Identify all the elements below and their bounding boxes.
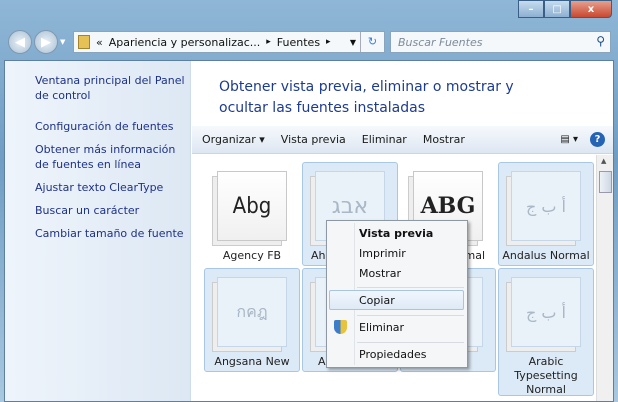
address-dropdown-icon[interactable]: ▼ — [350, 38, 356, 47]
address-bar[interactable]: « Apariencia y personalizac... ▸ Fuentes… — [73, 31, 385, 53]
font-name: Arabic Typesetting Normal — [514, 355, 578, 396]
preview-button[interactable]: Vista previa — [281, 133, 346, 146]
delete-button[interactable]: Eliminar — [362, 133, 407, 146]
menu-highlight — [329, 290, 464, 310]
menu-item-delete[interactable]: Eliminar — [359, 321, 404, 334]
menu-item-print[interactable]: Imprimir — [359, 247, 406, 260]
scroll-up-icon[interactable]: ▲ — [601, 157, 606, 165]
sidebar-link-font-settings[interactable]: Configuración de fuentes — [35, 119, 187, 134]
refresh-icon[interactable]: ↻ — [360, 32, 384, 52]
search-input[interactable]: Buscar Fuentes ⚲ — [390, 31, 611, 53]
sidebar-link-find-character[interactable]: Buscar un carácter — [35, 203, 187, 218]
font-name: Angsana New — [214, 355, 290, 368]
menu-item-properties[interactable]: Propiedades — [359, 348, 426, 361]
scroll-thumb[interactable] — [599, 171, 612, 193]
font-preview: أ ب ج — [511, 171, 581, 241]
breadcrumb-appearance[interactable]: Apariencia y personalizac... — [109, 36, 261, 49]
font-tile[interactable]: أ ب ج Arabic Typesetting Normal — [498, 268, 594, 396]
menu-item-show[interactable]: Mostrar — [359, 267, 401, 280]
help-icon[interactable]: ? — [590, 132, 605, 147]
forward-button[interactable]: ▶ — [34, 30, 58, 54]
close-button[interactable]: x — [570, 0, 612, 18]
font-preview: أ ب ج — [511, 277, 581, 347]
sidebar-link-cleartype[interactable]: Ajustar texto ClearType — [35, 180, 187, 195]
breadcrumb-sep-icon[interactable]: ▸ — [326, 37, 331, 47]
toolbar: Organizar ▾ Vista previa Eliminar Mostra… — [192, 126, 613, 154]
breadcrumb-fonts[interactable]: Fuentes — [277, 36, 320, 49]
fonts-folder-icon — [78, 35, 90, 49]
breadcrumb-sep-icon[interactable]: ▸ — [266, 37, 271, 47]
vertical-scrollbar[interactable]: ▲ — [596, 155, 613, 401]
font-name: Agency FB — [222, 249, 282, 262]
sidebar-link-online-info[interactable]: Obtener más información de fuentes en lí… — [35, 142, 187, 172]
show-button[interactable]: Mostrar — [423, 133, 465, 146]
font-preview: กคฎ — [217, 277, 287, 347]
menu-separator — [357, 287, 464, 288]
font-tile[interactable]: أ ب ج Andalus Normal — [498, 162, 594, 266]
uac-shield-icon — [334, 320, 347, 334]
organize-button[interactable]: Organizar ▾ — [202, 133, 265, 146]
maximize-button[interactable]: □ — [544, 0, 570, 18]
menu-item-preview[interactable]: Vista previa — [359, 227, 433, 240]
address-prefix[interactable]: « — [96, 36, 103, 49]
back-button[interactable]: ◀ — [8, 30, 32, 54]
view-options-icon[interactable]: ▤ ▾ — [560, 134, 578, 145]
sidebar: Ventana principal del Panel de control C… — [5, 61, 191, 401]
search-icon[interactable]: ⚲ — [596, 34, 605, 48]
font-name: Andalus Normal — [502, 249, 590, 262]
caption-buttons: – □ x — [518, 0, 612, 18]
explorer-content: Ventana principal del Panel de control C… — [4, 60, 614, 402]
search-placeholder: Buscar Fuentes — [398, 36, 483, 49]
page-title: Obtener vista previa, eliminar o mostrar… — [219, 79, 514, 116]
nav-buttons: ◀ ▶ ▼ — [8, 30, 65, 54]
font-tile[interactable]: Abg Agency FB — [204, 162, 300, 266]
context-menu: Vista previa Imprimir Mostrar Copiar Eli… — [326, 220, 468, 368]
menu-separator — [357, 342, 464, 343]
sidebar-link-font-size[interactable]: Cambiar tamaño de fuente — [35, 226, 187, 241]
menu-item-copy[interactable]: Copiar — [359, 294, 395, 307]
font-tile[interactable]: กคฎ Angsana New — [204, 268, 300, 372]
font-preview: Abg — [217, 171, 287, 241]
minimize-button[interactable]: – — [518, 0, 544, 18]
sidebar-link-control-panel[interactable]: Ventana principal del Panel de control — [35, 73, 187, 103]
menu-separator — [357, 315, 464, 316]
recent-dropdown-icon[interactable]: ▼ — [60, 38, 65, 46]
